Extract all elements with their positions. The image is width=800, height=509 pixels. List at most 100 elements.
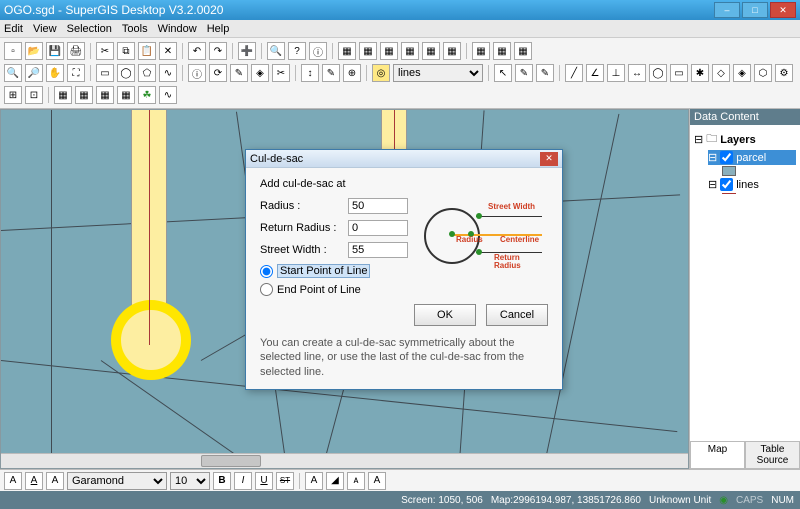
- menu-view[interactable]: View: [33, 23, 57, 35]
- tool-icon[interactable]: ▦: [493, 42, 511, 60]
- topo-icon[interactable]: ◇: [712, 64, 730, 82]
- start-point-label[interactable]: Start Point of Line: [277, 264, 370, 278]
- tool-icon[interactable]: ▦: [54, 86, 72, 104]
- vertex-icon[interactable]: ◈: [251, 64, 269, 82]
- minus-icon[interactable]: ⊟: [708, 178, 717, 191]
- maximize-button[interactable]: □: [742, 2, 768, 18]
- paste-icon[interactable]: 📋: [138, 42, 156, 60]
- full-extent-icon[interactable]: ⛶: [67, 64, 85, 82]
- culdesac-tool-icon[interactable]: ☘: [138, 86, 156, 104]
- text-icon[interactable]: A: [25, 472, 43, 490]
- open-icon[interactable]: 📂: [25, 42, 43, 60]
- dialog-close-button[interactable]: ✕: [540, 152, 558, 166]
- minus-icon[interactable]: ⊟: [694, 133, 703, 146]
- measure-icon[interactable]: ↔: [628, 64, 646, 82]
- tree-item-lines[interactable]: ⊟ lines: [708, 177, 796, 192]
- tool-icon[interactable]: ▦: [422, 42, 440, 60]
- text-icon[interactable]: A: [4, 472, 22, 490]
- draw-icon[interactable]: ✎: [515, 64, 533, 82]
- tool-icon[interactable]: ▦: [472, 42, 490, 60]
- menu-tools[interactable]: Tools: [122, 23, 148, 35]
- tool-icon[interactable]: ∿: [159, 86, 177, 104]
- menu-help[interactable]: Help: [207, 23, 230, 35]
- menu-selection[interactable]: Selection: [67, 23, 112, 35]
- draw-icon[interactable]: ✎: [536, 64, 554, 82]
- circle-icon[interactable]: ◯: [649, 64, 667, 82]
- topo-icon[interactable]: ⬡: [754, 64, 772, 82]
- gear-icon[interactable]: ⚙: [775, 64, 793, 82]
- scrollbar-thumb[interactable]: [201, 455, 261, 467]
- zoom-out-icon[interactable]: 🔎: [25, 64, 43, 82]
- zoom-in-icon[interactable]: 🔍: [4, 64, 22, 82]
- layer-tree[interactable]: ⊟ 🗀 Layers ⊟ parcel ⊟ lines: [690, 125, 800, 441]
- identify-icon[interactable]: ⓘ: [188, 64, 206, 82]
- select-icon[interactable]: ∿: [159, 64, 177, 82]
- end-point-label[interactable]: End Point of Line: [277, 284, 361, 296]
- sketch-icon[interactable]: ✎: [322, 64, 340, 82]
- select-icon[interactable]: ⬠: [138, 64, 156, 82]
- dialog-titlebar[interactable]: Cul-de-sac ✕: [246, 150, 562, 168]
- edit-icon[interactable]: ✎: [230, 64, 248, 82]
- select-icon[interactable]: ▭: [96, 64, 114, 82]
- street-width-input[interactable]: [348, 242, 408, 258]
- copy-icon[interactable]: ⧉: [117, 42, 135, 60]
- end-point-radio[interactable]: [260, 283, 273, 296]
- help-icon[interactable]: ?: [288, 42, 306, 60]
- tab-map[interactable]: Map: [690, 441, 745, 469]
- menu-window[interactable]: Window: [158, 23, 197, 35]
- pointer-icon[interactable]: ↖: [494, 64, 512, 82]
- pan-icon[interactable]: ✋: [46, 64, 64, 82]
- tool-icon[interactable]: ▦: [359, 42, 377, 60]
- start-point-radio[interactable]: [260, 265, 273, 278]
- tool-icon[interactable]: ▦: [514, 42, 532, 60]
- cancel-button[interactable]: Cancel: [486, 304, 548, 326]
- layer-checkbox[interactable]: [720, 151, 733, 164]
- font-color-icon[interactable]: A: [305, 472, 323, 490]
- font-smaller-icon[interactable]: ᴀ: [347, 472, 365, 490]
- layer-checkbox[interactable]: [720, 178, 733, 191]
- bold-button[interactable]: B: [213, 472, 231, 490]
- redo-icon[interactable]: ↷: [209, 42, 227, 60]
- tab-table-source[interactable]: Table Source: [745, 441, 800, 469]
- angle-icon[interactable]: ∠: [586, 64, 604, 82]
- split-icon[interactable]: ✂: [272, 64, 290, 82]
- tool-icon[interactable]: ⊡: [25, 86, 43, 104]
- save-icon[interactable]: 💾: [46, 42, 64, 60]
- info-icon[interactable]: ⓘ: [309, 42, 327, 60]
- font-size-select[interactable]: 10: [170, 472, 210, 490]
- minus-icon[interactable]: ⊟: [708, 151, 717, 164]
- tool-icon[interactable]: ⊞: [4, 86, 22, 104]
- font-select[interactable]: Garamond: [67, 472, 167, 490]
- perp-icon[interactable]: ⊥: [607, 64, 625, 82]
- tree-item-parcel[interactable]: ⊟ parcel: [708, 150, 796, 165]
- close-button[interactable]: ✕: [770, 2, 796, 18]
- select-icon[interactable]: ◯: [117, 64, 135, 82]
- node-icon[interactable]: ✱: [691, 64, 709, 82]
- rotate-icon[interactable]: ⟳: [209, 64, 227, 82]
- delete-icon[interactable]: ✕: [159, 42, 177, 60]
- tool-icon[interactable]: ▦: [75, 86, 93, 104]
- strike-button[interactable]: ST: [276, 472, 294, 490]
- text-icon[interactable]: A: [46, 472, 64, 490]
- arrow-icon[interactable]: ↕: [301, 64, 319, 82]
- tool-icon[interactable]: ▦: [443, 42, 461, 60]
- add-layer-icon[interactable]: ➕: [238, 42, 256, 60]
- layer-select[interactable]: lines: [393, 64, 483, 82]
- radius-input[interactable]: [348, 198, 408, 214]
- line-icon[interactable]: ╱: [565, 64, 583, 82]
- rect-icon[interactable]: ▭: [670, 64, 688, 82]
- cut-icon[interactable]: ✂: [96, 42, 114, 60]
- horizontal-scrollbar[interactable]: [1, 453, 688, 468]
- layer-target-icon[interactable]: ◎: [372, 64, 390, 82]
- tool-icon[interactable]: ▦: [380, 42, 398, 60]
- underline-button[interactable]: U: [255, 472, 273, 490]
- undo-icon[interactable]: ↶: [188, 42, 206, 60]
- fill-color-icon[interactable]: ◢: [326, 472, 344, 490]
- search-icon[interactable]: 🔍: [267, 42, 285, 60]
- minimize-button[interactable]: –: [714, 2, 740, 18]
- tree-root[interactable]: ⊟ 🗀 Layers: [694, 129, 796, 150]
- target-icon[interactable]: ⊕: [343, 64, 361, 82]
- tool-icon[interactable]: ▦: [401, 42, 419, 60]
- tool-icon[interactable]: ▦: [117, 86, 135, 104]
- new-icon[interactable]: ▫: [4, 42, 22, 60]
